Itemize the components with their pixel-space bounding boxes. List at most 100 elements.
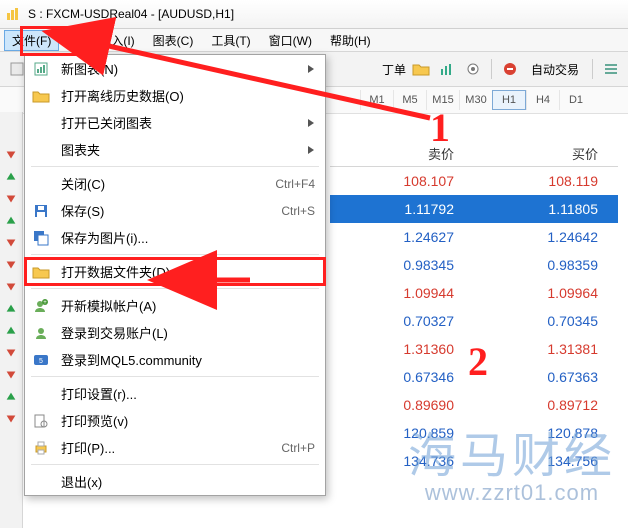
- price-row[interactable]: 0.983450.98359: [330, 251, 618, 279]
- account-new-icon: +: [31, 298, 51, 314]
- menu-item-0[interactable]: 新图表(N): [25, 55, 325, 82]
- print-icon: [31, 440, 51, 456]
- down-arrow-icon: [3, 146, 19, 164]
- timeframe-M15[interactable]: M15: [426, 90, 459, 110]
- watermark-url: www.zzrt01.com: [408, 480, 616, 506]
- down-arrow-icon: [3, 256, 19, 274]
- buy-price: 120.878: [474, 425, 618, 441]
- folder-icon[interactable]: [410, 58, 432, 80]
- autotrade-button[interactable]: 自动交易: [525, 61, 585, 78]
- folder-open-icon: [31, 89, 51, 103]
- print-preview-icon: [31, 413, 51, 429]
- menu-item-19[interactable]: 退出(x): [25, 468, 325, 495]
- menu-item-5[interactable]: 关闭(C) Ctrl+F4: [25, 170, 325, 197]
- svg-text:+: +: [43, 300, 47, 306]
- menu-item-label: 新图表(N): [61, 59, 287, 78]
- sell-price: 0.70327: [330, 313, 474, 329]
- menu-item-label: 登录到交易账户(L): [61, 323, 305, 342]
- stop-icon[interactable]: [499, 58, 521, 80]
- menu-item-label: 打开已关闭图表: [61, 113, 287, 132]
- price-row[interactable]: 1.313601.31381: [330, 335, 618, 363]
- price-row[interactable]: 120.859120.878: [330, 419, 618, 447]
- menu-item-label: 登录到MQL5.community: [61, 350, 305, 369]
- menu-bar: 文件(F) 显 插入(I) 图表(C) 工具(T) 窗口(W) 帮助(H): [0, 29, 628, 52]
- buy-price: 1.24642: [474, 229, 618, 245]
- menu-insert[interactable]: 插入(I): [91, 30, 142, 51]
- timeframe-H4[interactable]: H4: [526, 90, 559, 110]
- price-header: 卖价 买价: [330, 140, 618, 167]
- menu-item-2[interactable]: 打开已关闭图表: [25, 109, 325, 136]
- menu-item-shortcut: Ctrl+P: [281, 441, 315, 455]
- buy-price: 0.67363: [474, 369, 618, 385]
- folder-open-icon: [31, 265, 51, 279]
- price-row[interactable]: 1.099441.09964: [330, 279, 618, 307]
- menu-window[interactable]: 窗口(W): [261, 30, 320, 51]
- menu-item-1[interactable]: 打开离线历史数据(O): [25, 82, 325, 109]
- menu-tools[interactable]: 工具(T): [203, 30, 258, 51]
- chart-icon[interactable]: [436, 58, 458, 80]
- timeframe-D1[interactable]: D1: [559, 90, 592, 110]
- sell-price: 120.859: [330, 425, 474, 441]
- header-buy: 买价: [474, 144, 618, 163]
- buy-price: 1.31381: [474, 341, 618, 357]
- sell-price: 0.98345: [330, 257, 474, 273]
- menu-item-shortcut: Ctrl+F4: [275, 177, 315, 191]
- menu-item-17[interactable]: 打印(P)... Ctrl+P: [25, 434, 325, 461]
- menu-item-12[interactable]: 登录到交易账户(L): [25, 319, 325, 346]
- header-sell: 卖价: [330, 144, 474, 163]
- sell-price: 1.09944: [330, 285, 474, 301]
- menu-help[interactable]: 帮助(H): [322, 30, 379, 51]
- menu-item-label: 打印(P)...: [61, 438, 271, 457]
- menu-item-label: 保存(S): [61, 201, 271, 220]
- order-label: 丁单: [382, 61, 406, 78]
- buy-price: 0.70345: [474, 313, 618, 329]
- down-arrow-icon: [3, 366, 19, 384]
- menu-item-15[interactable]: 打印设置(r)...: [25, 380, 325, 407]
- price-row[interactable]: 1.117921.11805: [330, 195, 618, 223]
- sell-price: 1.11792: [330, 201, 474, 217]
- window-title: S : FXCM-USDReal04 - [AUDUSD,H1]: [28, 7, 234, 21]
- menu-item-3[interactable]: 图表夹: [25, 136, 325, 163]
- menu-item-6[interactable]: 保存(S) Ctrl+S: [25, 197, 325, 224]
- save-icon: [31, 203, 51, 219]
- timeframe-H1[interactable]: H1: [492, 90, 526, 110]
- price-area: 卖价 买价 108.107108.1191.117921.118051.2462…: [330, 140, 618, 475]
- price-row[interactable]: 1.246271.24642: [330, 223, 618, 251]
- menu-chart[interactable]: 图表(C): [145, 30, 202, 51]
- menu-view-partial[interactable]: 显: [61, 30, 89, 51]
- svg-text:5: 5: [39, 358, 43, 365]
- price-row[interactable]: 134.736134.756: [330, 447, 618, 475]
- menu-item-11[interactable]: + 开新模拟帐户(A): [25, 292, 325, 319]
- submenu-arrow-icon: [307, 145, 315, 155]
- gear-icon[interactable]: [462, 58, 484, 80]
- price-row[interactable]: 0.673460.67363: [330, 363, 618, 391]
- price-row[interactable]: 0.896900.89712: [330, 391, 618, 419]
- down-arrow-icon: [3, 410, 19, 428]
- list-icon[interactable]: [600, 58, 622, 80]
- up-arrow-icon: [3, 300, 19, 318]
- menu-item-13[interactable]: 5 登录到MQL5.community: [25, 346, 325, 373]
- price-row[interactable]: 108.107108.119: [330, 167, 618, 195]
- title-bar: S : FXCM-USDReal04 - [AUDUSD,H1]: [0, 0, 628, 29]
- menu-item-7[interactable]: 保存为图片(i)...: [25, 224, 325, 251]
- submenu-arrow-icon: [307, 118, 315, 128]
- timeframe-M5[interactable]: M5: [393, 90, 426, 110]
- submenu-arrow-icon: [307, 64, 315, 74]
- buy-price: 0.98359: [474, 257, 618, 273]
- sell-price: 0.89690: [330, 397, 474, 413]
- timeframe-M1[interactable]: M1: [360, 90, 393, 110]
- timeframe-M30[interactable]: M30: [459, 90, 492, 110]
- menu-item-16[interactable]: 打印预览(v): [25, 407, 325, 434]
- file-menu-dropdown: 新图表(N) 打开离线历史数据(O) 打开已关闭图表图表夹关闭(C) Ctrl+F4 保…: [24, 54, 326, 496]
- menu-file[interactable]: 文件(F): [4, 30, 59, 51]
- sell-price: 134.736: [330, 453, 474, 469]
- price-row[interactable]: 0.703270.70345: [330, 307, 618, 335]
- menu-item-9[interactable]: 打开数据文件夹(D): [25, 258, 325, 285]
- menu-item-label: 开新模拟帐户(A): [61, 296, 305, 315]
- save-image-icon: [31, 230, 51, 246]
- buy-price: 134.756: [474, 453, 618, 469]
- sell-price: 1.31360: [330, 341, 474, 357]
- down-arrow-icon: [3, 278, 19, 296]
- menu-item-shortcut: Ctrl+S: [281, 204, 315, 218]
- menu-item-label: 关闭(C): [61, 174, 265, 193]
